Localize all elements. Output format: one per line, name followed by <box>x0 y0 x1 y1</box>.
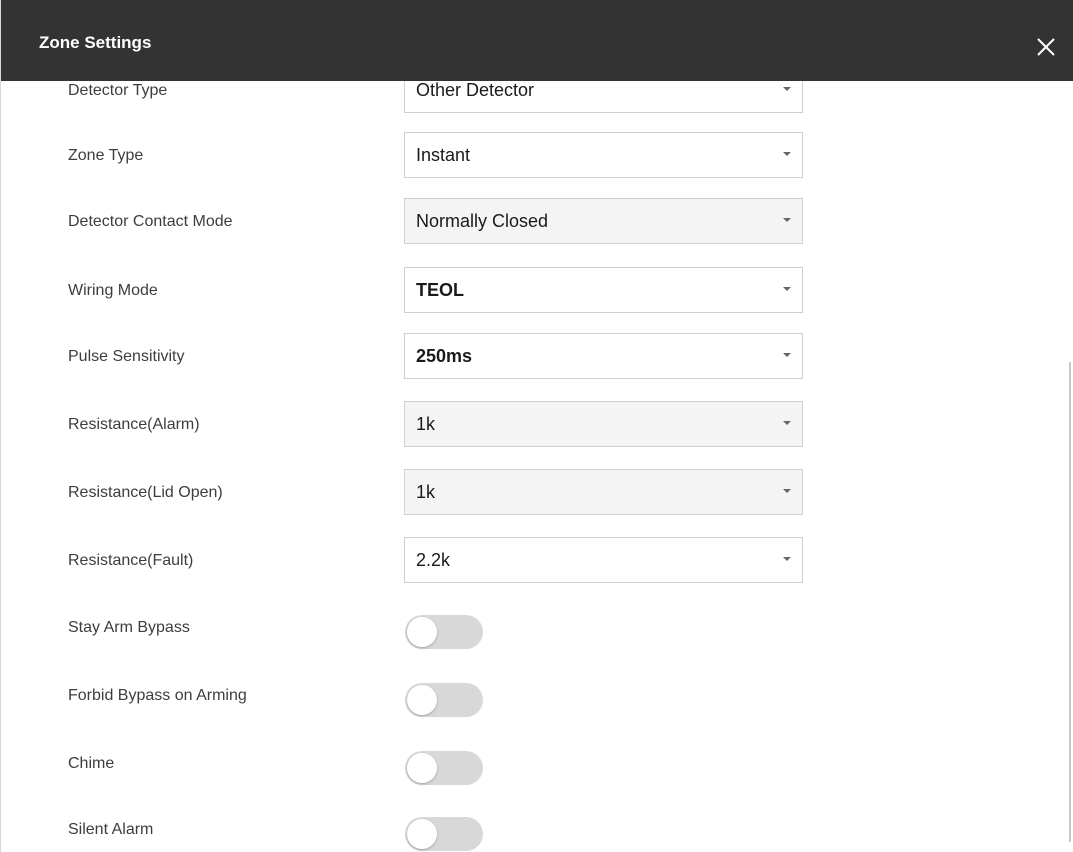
toggle-label: Forbid Bypass on Arming <box>68 687 247 704</box>
toggle-label: Chime <box>68 755 115 772</box>
chevron-down-icon <box>783 218 791 222</box>
field-label: Detector Contact Mode <box>68 213 233 230</box>
stay-arm-bypass-toggle[interactable] <box>405 615 483 649</box>
field-label: Resistance(Alarm) <box>68 416 200 433</box>
chevron-down-icon <box>783 87 791 91</box>
chevron-down-icon <box>783 287 791 291</box>
close-icon <box>1037 38 1055 56</box>
select-value: Instant <box>416 145 471 165</box>
chevron-down-icon <box>783 421 791 425</box>
field-row-wiring-mode: Wiring Mode TEOL <box>1 267 1061 315</box>
field-row-detector-type: Detector Type Other Detector <box>1 81 1061 115</box>
field-label: Resistance(Lid Open) <box>68 484 223 501</box>
chevron-down-icon <box>783 489 791 493</box>
select-value: 2.2k <box>416 550 451 570</box>
select-value: Other Detector <box>416 81 535 100</box>
resistance-alarm-select[interactable]: 1k <box>404 401 803 447</box>
resistance-lid-open-select[interactable]: 1k <box>404 469 803 515</box>
select-value: 250ms <box>416 346 473 366</box>
toggle-row-silent-alarm: Silent Alarm <box>1 806 1061 852</box>
pulse-sensitivity-select[interactable]: 250ms <box>404 333 803 379</box>
field-row-resistance-lid-open: Resistance(Lid Open) 1k <box>1 469 1061 517</box>
toggle-label: Stay Arm Bypass <box>68 619 190 636</box>
field-row-detector-contact-mode: Detector Contact Mode Normally Closed <box>1 198 1061 246</box>
field-label: Wiring Mode <box>68 282 158 299</box>
field-row-pulse-sensitivity: Pulse Sensitivity 250ms <box>1 333 1061 381</box>
field-label: Pulse Sensitivity <box>68 348 185 365</box>
silent-alarm-toggle[interactable] <box>405 817 483 851</box>
select-value: 1k <box>416 414 436 434</box>
select-value: Normally Closed <box>416 211 549 231</box>
resistance-fault-select[interactable]: 2.2k <box>404 537 803 583</box>
scrollbar[interactable] <box>1069 362 1071 842</box>
field-label: Detector Type <box>68 82 168 99</box>
detector-contact-mode-select[interactable]: Normally Closed <box>404 198 803 244</box>
field-row-resistance-alarm: Resistance(Alarm) 1k <box>1 401 1061 449</box>
toggle-knob <box>407 753 437 783</box>
chime-toggle[interactable] <box>405 751 483 785</box>
chevron-down-icon <box>783 353 791 357</box>
zone-settings-dialog: Zone Settings Detector Type Other Detect… <box>0 0 1073 852</box>
toggle-knob <box>407 685 437 715</box>
select-value: TEOL <box>416 280 464 300</box>
field-row-resistance-fault: Resistance(Fault) 2.2k <box>1 537 1061 585</box>
chevron-down-icon <box>783 152 791 156</box>
field-row-zone-type: Zone Type Instant <box>1 132 1061 180</box>
toggle-row-stay-arm-bypass: Stay Arm Bypass <box>1 604 1061 652</box>
toggle-row-chime: Chime <box>1 740 1061 788</box>
detector-type-select[interactable]: Other Detector <box>404 81 803 113</box>
close-button[interactable] <box>1035 36 1057 58</box>
toggle-knob <box>407 819 437 849</box>
field-label: Zone Type <box>68 147 144 164</box>
toggle-label: Silent Alarm <box>68 821 154 838</box>
wiring-mode-select[interactable]: TEOL <box>404 267 803 313</box>
dialog-title: Zone Settings <box>39 33 152 52</box>
dialog-content: Detector Type Other Detector Zone Type I… <box>1 81 1073 852</box>
toggle-row-forbid-bypass-on-arming: Forbid Bypass on Arming <box>1 672 1061 720</box>
field-label: Resistance(Fault) <box>68 552 194 569</box>
zone-type-select[interactable]: Instant <box>404 132 803 178</box>
select-value: 1k <box>416 482 436 502</box>
toggle-knob <box>407 617 437 647</box>
chevron-down-icon <box>783 557 791 561</box>
forbid-bypass-on-arming-toggle[interactable] <box>405 683 483 717</box>
dialog-header: Zone Settings <box>1 0 1073 81</box>
